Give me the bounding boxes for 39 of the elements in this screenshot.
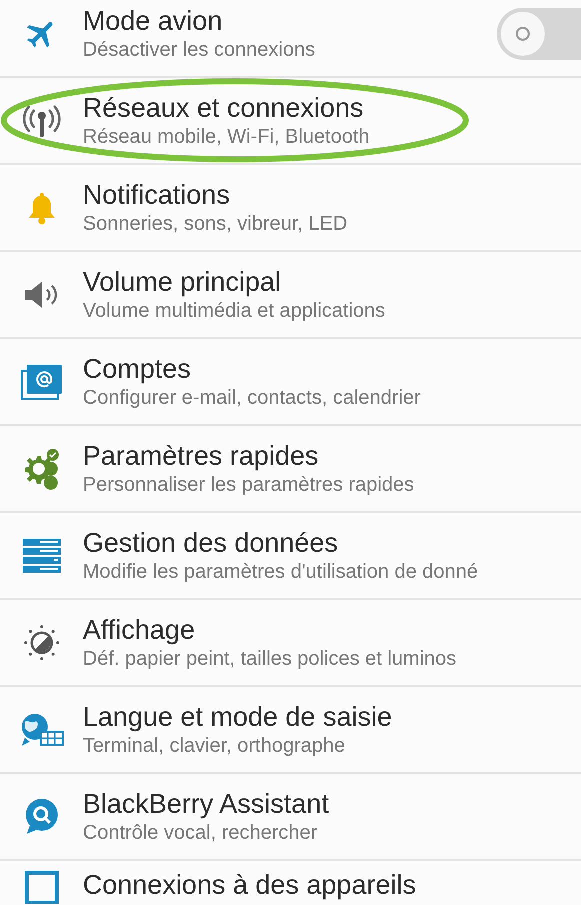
setting-title: Comptes bbox=[83, 354, 192, 384]
setting-title: Volume principal bbox=[83, 266, 282, 298]
setting-title: Paramètres rapides bbox=[83, 440, 319, 472]
device-icon bbox=[24, 870, 60, 904]
setting-title: Réseaux et connexions bbox=[83, 92, 364, 124]
settings-item[interactable]: Comptes Configurer e-mail, contacts, calendrier bbox=[0, 339, 581, 426]
assistant-icon bbox=[24, 798, 60, 836]
setting-subtitle: Contrôle vocal, rechercher bbox=[83, 822, 318, 844]
settings-item[interactable]: Notifications Sonneries, sons, vibreur, LED bbox=[0, 165, 581, 252]
setting-subtitle: Terminal, clavier, orthographe bbox=[83, 734, 346, 758]
settings-item[interactable]: Volume principal Volume multimédia et applications bbox=[0, 252, 581, 339]
setting-title: Langue et mode de saisie bbox=[83, 702, 392, 732]
settings-item[interactable]: Mode avion Désactiver les connexions bbox=[0, 0, 581, 78]
bell-icon bbox=[26, 190, 56, 224]
toggle-switch[interactable] bbox=[497, 8, 581, 60]
setting-subtitle: Déf. papier peint, tailles polices et luminos bbox=[83, 648, 457, 670]
setting-subtitle: Désactiver les connexions bbox=[83, 38, 316, 62]
setting-title: BlackBerry Assistant bbox=[83, 788, 330, 820]
setting-title: Notifications bbox=[83, 180, 230, 210]
settings-item[interactable]: BlackBerry Assistant Contrôle vocal, rechercher bbox=[0, 774, 581, 861]
setting-title: Affichage bbox=[83, 614, 196, 646]
settings-item[interactable]: Connexions à des appareils bbox=[0, 861, 581, 905]
setting-subtitle: Configurer e-mail, contacts, calendrier bbox=[83, 386, 421, 410]
brightness-icon bbox=[24, 624, 60, 660]
setting-subtitle: Modifie les paramètres d'utilisation de donné bbox=[83, 560, 478, 584]
settings-item[interactable]: Paramètres rapides Personnaliser les paramètres rapides bbox=[0, 426, 581, 513]
email-account-icon bbox=[20, 362, 64, 400]
settings-item[interactable]: Affichage Déf. papier peint, tailles polices et luminos bbox=[0, 600, 581, 687]
settings-item[interactable]: Gestion des données Modifie les paramètres d'utilisation de donné bbox=[0, 513, 581, 600]
setting-title: Connexions à des appareils bbox=[83, 870, 416, 901]
setting-subtitle: Volume multimédia et applications bbox=[83, 300, 386, 322]
setting-subtitle: Sonneries, sons, vibreur, LED bbox=[83, 212, 348, 236]
storage-icon bbox=[22, 538, 62, 574]
settings-item[interactable]: Langue et mode de saisie Terminal, clavier, orthographe bbox=[0, 687, 581, 774]
setting-subtitle: Réseau mobile, Wi-Fi, Bluetooth bbox=[83, 126, 370, 148]
setting-subtitle: Personnaliser les paramètres rapides bbox=[83, 474, 414, 496]
settings-item[interactable]: Réseaux et connexions Réseau mobile, Wi-Fi, Bluetooth bbox=[0, 78, 581, 165]
setting-title: Mode avion bbox=[83, 6, 223, 36]
setting-title: Gestion des données bbox=[83, 528, 338, 558]
